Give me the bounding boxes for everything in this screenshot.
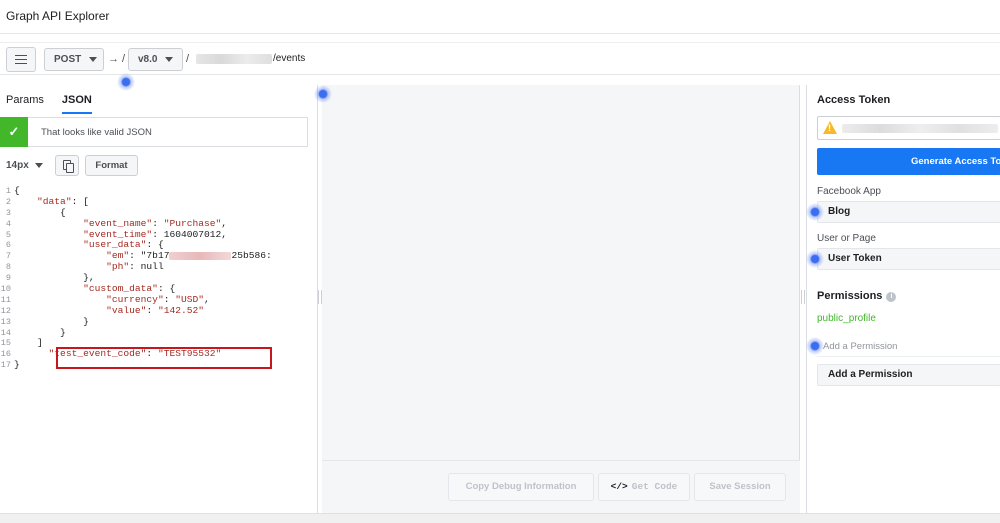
line-number: 8: [5, 262, 11, 273]
response-pane: Copy Debug Information </> Get Code Save …: [322, 85, 800, 513]
info-icon[interactable]: i: [886, 292, 897, 302]
line-number: 12: [0, 305, 11, 316]
line-number: 2: [5, 196, 11, 207]
chevron-down-icon: [89, 57, 98, 62]
access-token-title: Access Token: [817, 94, 891, 106]
api-version-value: v8.0: [138, 54, 158, 65]
app-titlebar: Graph API Explorer: [0, 0, 1000, 34]
line-number: 7: [5, 251, 11, 262]
chevron-down-icon: [165, 57, 174, 62]
add-permission-input[interactable]: Add a Permission: [817, 337, 1000, 357]
code-text: "ph": null: [106, 261, 164, 273]
user-or-page-label: User or Page: [817, 233, 876, 244]
add-permission-button[interactable]: Add a Permission: [817, 364, 1000, 386]
user-or-page-select[interactable]: User Token: [817, 248, 1000, 270]
click-marker: [806, 203, 824, 221]
code-text: "custom_data": {: [83, 283, 176, 295]
validation-message: That looks like valid JSON: [41, 127, 152, 138]
line-number: 10: [0, 284, 11, 295]
path-arrow: → /: [108, 53, 126, 65]
click-marker: [314, 85, 332, 103]
line-number: 9: [5, 273, 11, 284]
menu-button[interactable]: [6, 47, 36, 72]
redacted-email-hash: [169, 251, 232, 260]
code-text: "value": "142.52": [106, 304, 205, 316]
path-separator: /: [186, 53, 190, 65]
code-text: "user_data": {: [83, 239, 164, 251]
code-text: "em": "7b17: [106, 250, 170, 262]
json-validation-banner: ✓ That looks like valid JSON: [0, 117, 308, 147]
code-icon: </>: [610, 481, 628, 492]
facebook-app-select[interactable]: Blog: [817, 201, 1000, 223]
format-button[interactable]: Format: [85, 155, 138, 176]
tab-json[interactable]: JSON: [61, 94, 92, 114]
permissions-title: Permissions i: [817, 290, 897, 302]
click-marker: [806, 337, 824, 355]
get-code-button[interactable]: </> Get Code: [598, 473, 690, 501]
font-size-select[interactable]: 14px: [0, 155, 50, 175]
line-number: 17: [0, 360, 11, 371]
api-version-select[interactable]: v8.0: [128, 48, 183, 71]
path-input[interactable]: /events: [273, 53, 305, 64]
permissions-title-text: Permissions: [817, 290, 883, 302]
code-line: 14 }: [0, 326, 318, 339]
request-bar: POST → / v8.0 / /events: [0, 42, 1000, 75]
line-number: 16: [0, 349, 11, 360]
window-bottom-bar: [0, 513, 1000, 523]
redacted-pixel-id: [196, 54, 272, 64]
code-text: {: [14, 185, 20, 196]
warning-icon: [823, 121, 837, 134]
code-text: "currency": "USD",: [106, 293, 210, 305]
copy-json-button[interactable]: [55, 155, 79, 176]
generate-access-token-button[interactable]: Generate Access To: [817, 148, 1000, 175]
copy-debug-button[interactable]: Copy Debug Information: [448, 473, 594, 501]
code-text: },: [14, 272, 95, 284]
http-method-select[interactable]: POST: [44, 48, 104, 71]
line-number: 1: [5, 186, 11, 196]
copy-icon-back: [66, 163, 74, 173]
line-number: 4: [5, 218, 11, 229]
code-text: "event_name": "Purchase",: [83, 217, 228, 229]
facebook-app-label: Facebook App: [817, 186, 881, 197]
test-event-code-highlight: [56, 347, 272, 369]
code-text: "data": [: [37, 195, 89, 207]
code-text: {: [14, 206, 66, 218]
line-number: 14: [0, 327, 11, 338]
redacted-token: [842, 124, 998, 133]
line-number: 5: [5, 229, 11, 240]
line-number: 6: [5, 240, 11, 251]
line-number: 3: [5, 207, 11, 218]
font-size-value: 14px: [6, 159, 29, 171]
json-code-editor[interactable]: 1{2 "data": [ 3 {4 "event_name": "Purchas…: [0, 185, 318, 371]
hamburger-icon: [15, 55, 27, 64]
get-code-label: Get Code: [631, 481, 678, 492]
code-text: "event_time": 1604007012,: [83, 228, 228, 240]
code-text: 25b586:: [231, 250, 272, 262]
response-footer: Copy Debug Information </> Get Code Save …: [322, 460, 800, 513]
pane-resize-handle-right[interactable]: [801, 290, 805, 304]
http-method-value: POST: [54, 54, 82, 65]
access-token-input[interactable]: [817, 116, 1000, 140]
save-session-button[interactable]: Save Session: [694, 473, 786, 501]
click-marker: [117, 73, 135, 91]
access-token-panel: Access Token Generate Access To Facebook…: [806, 85, 1000, 513]
line-number: 13: [0, 316, 11, 327]
tab-params[interactable]: Params: [6, 94, 44, 114]
line-number: 15: [0, 338, 11, 349]
line-number: 11: [0, 294, 11, 305]
code-text: }: [14, 315, 89, 327]
chevron-down-icon: [34, 162, 43, 168]
code-text: }: [14, 359, 20, 371]
permission-item[interactable]: public_profile: [817, 313, 876, 324]
editor-pane: Params JSON ✓ That looks like valid JSON…: [0, 85, 318, 513]
editor-tabs: Params JSON: [6, 94, 92, 114]
app-title: Graph API Explorer: [6, 9, 110, 23]
click-marker: [806, 250, 824, 268]
checkmark-icon: ✓: [0, 117, 28, 147]
code-text: }: [14, 326, 66, 338]
code-text: ]: [14, 337, 43, 349]
